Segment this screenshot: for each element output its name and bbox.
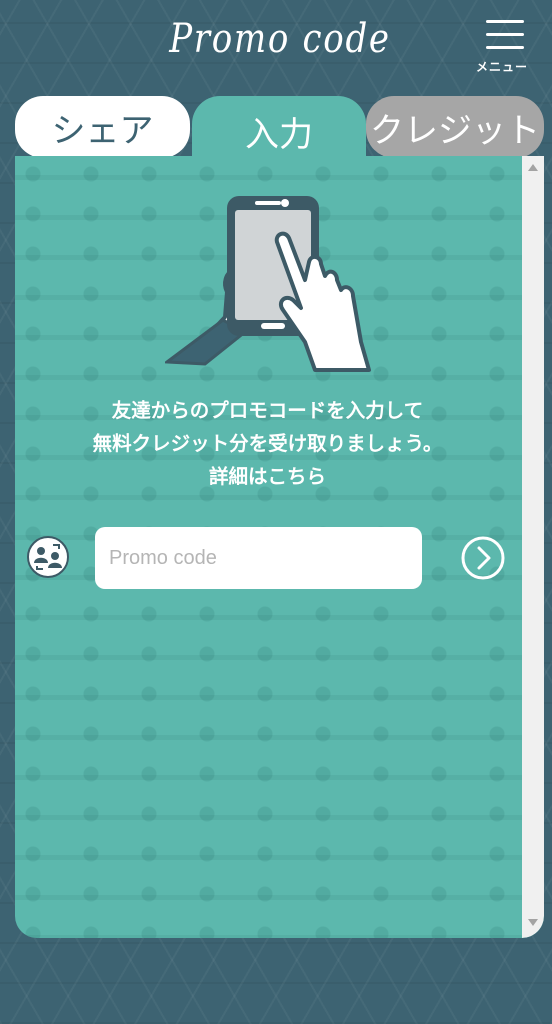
tab-credit[interactable]: クレジット — [366, 96, 544, 158]
chevron-right-icon — [477, 546, 491, 570]
menu-button[interactable]: メニュー — [470, 12, 534, 74]
scrollbar[interactable] — [522, 156, 544, 938]
scroll-up-arrow-icon[interactable] — [528, 164, 538, 171]
scroll-down-arrow-icon[interactable] — [528, 919, 538, 926]
tab-share[interactable]: シェア — [15, 96, 190, 158]
promo-input-panel: 友達からのプロモコードを入力して 無料クレジット分を受け取りましょう。 詳細はこ… — [15, 156, 544, 938]
submit-button[interactable] — [461, 536, 505, 580]
tab-share-label: シェア — [51, 110, 154, 151]
description: 友達からのプロモコードを入力して 無料クレジット分を受け取りましょう。 詳細はこ… — [15, 394, 520, 493]
description-line-1: 友達からのプロモコードを入力して — [111, 399, 424, 422]
details-link[interactable]: 詳細はこちら — [15, 460, 520, 493]
tab-input-label: 入力 — [245, 114, 313, 155]
promo-code-input[interactable] — [95, 527, 422, 589]
tab-credit-label: クレジット — [370, 110, 540, 151]
menu-icon — [486, 20, 524, 50]
menu-label: メニュー — [475, 60, 528, 74]
app-header: Promo code メニュー — [0, 0, 552, 92]
friends-icon[interactable] — [27, 536, 69, 578]
description-line-2: 無料クレジット分を受け取りましょう。 — [92, 432, 443, 455]
phone-tap-illustration — [165, 196, 371, 372]
page-title: Promo code — [169, 16, 391, 62]
